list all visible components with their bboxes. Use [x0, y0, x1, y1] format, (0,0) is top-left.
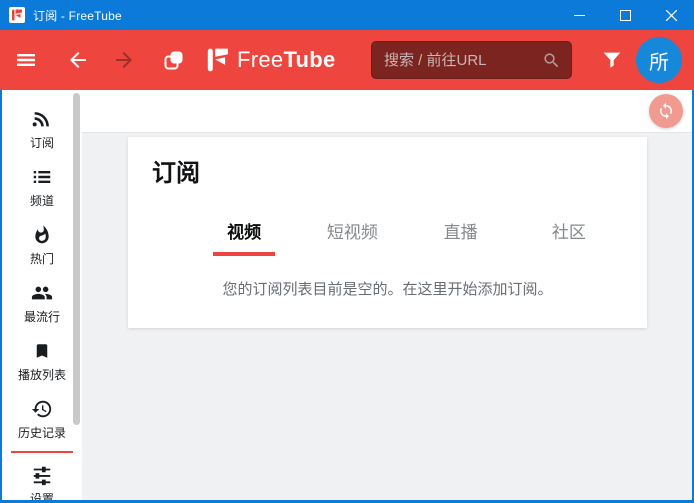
freetube-window: 订阅 - FreeTube [0, 0, 694, 503]
refresh-icon [657, 102, 675, 120]
users-icon [30, 282, 54, 304]
freetube-app-icon [9, 7, 25, 23]
titlebar: 订阅 - FreeTube [0, 0, 694, 30]
sidebar-item-playlists[interactable]: 播放列表 [2, 332, 82, 390]
close-icon [666, 10, 677, 21]
window-title: 订阅 - FreeTube [33, 7, 122, 24]
sliders-icon [31, 464, 53, 486]
close-button[interactable] [648, 0, 694, 30]
freetube-logo-icon [204, 47, 230, 73]
channels-list-icon [31, 166, 53, 188]
subscription-tabs: 视频 短视频 直播 社区 [152, 218, 623, 256]
sidebar-item-label: 播放列表 [18, 369, 66, 382]
window-body: 订阅 频道 热门 最流行 [0, 90, 694, 503]
back-button[interactable] [58, 40, 98, 80]
tab-live[interactable]: 直播 [407, 218, 515, 256]
sidebar: 订阅 频道 热门 最流行 [2, 90, 82, 500]
freetube-logo-text: FreeTube [237, 47, 336, 73]
subscriptions-card: 订阅 视频 短视频 直播 社区 您的订阅列表目前是空的。在这里开始添加订阅。 [128, 137, 647, 328]
sidebar-scrollbar-thumb[interactable] [73, 93, 80, 425]
search-input[interactable] [384, 52, 542, 69]
search-filter-button[interactable] [596, 44, 628, 76]
maximize-button[interactable] [602, 0, 648, 30]
sidebar-item-label: 热门 [30, 253, 54, 266]
history-icon [31, 398, 53, 420]
minimize-button[interactable] [556, 0, 602, 30]
tab-community[interactable]: 社区 [515, 218, 623, 256]
profile-avatar-label: 所 [649, 46, 669, 75]
hamburger-menu-button[interactable] [6, 40, 46, 80]
sidebar-item-label: 最流行 [24, 311, 60, 324]
fire-icon [32, 224, 52, 246]
main-area: 订阅 视频 短视频 直播 社区 您的订阅列表目前是空的。在这里开始添加订阅。 [82, 90, 692, 500]
sidebar-item-label: 历史记录 [18, 427, 66, 440]
app-header: FreeTube 所 [0, 30, 694, 90]
empty-subscriptions-message: 您的订阅列表目前是空的。在这里开始添加订阅。 [152, 278, 623, 299]
search-box[interactable] [371, 41, 572, 79]
sidebar-item-label: 设置 [30, 493, 54, 500]
sidebar-item-subscriptions[interactable]: 订阅 [2, 100, 82, 158]
tab-videos[interactable]: 视频 [190, 218, 298, 256]
new-window-button[interactable] [154, 40, 194, 80]
refresh-subscriptions-button[interactable] [649, 94, 683, 128]
sidebar-item-label: 频道 [30, 195, 54, 208]
sidebar-item-channels[interactable]: 频道 [2, 158, 82, 216]
sidebar-item-label: 订阅 [30, 137, 54, 150]
minimize-icon [574, 10, 585, 21]
freetube-logo[interactable]: FreeTube [204, 47, 336, 73]
profile-avatar[interactable]: 所 [636, 37, 682, 83]
rss-icon [31, 108, 53, 130]
search-icon[interactable] [542, 51, 561, 70]
forward-arrow-icon [112, 48, 136, 72]
filter-funnel-icon [601, 49, 623, 71]
sidebar-divider [11, 451, 73, 453]
hamburger-icon [14, 48, 38, 72]
sidebar-item-trending[interactable]: 热门 [2, 216, 82, 274]
bookmark-icon [33, 340, 51, 362]
forward-button[interactable] [104, 40, 144, 80]
tab-shorts[interactable]: 短视频 [298, 218, 406, 256]
main-topbar [82, 90, 692, 133]
back-arrow-icon [66, 48, 90, 72]
maximize-icon [620, 10, 631, 21]
sidebar-item-settings[interactable]: 设置 [2, 456, 82, 500]
new-window-icon [162, 48, 186, 72]
sidebar-item-most-popular[interactable]: 最流行 [2, 274, 82, 332]
page-title: 订阅 [152, 153, 623, 188]
sidebar-item-history[interactable]: 历史记录 [2, 390, 82, 448]
